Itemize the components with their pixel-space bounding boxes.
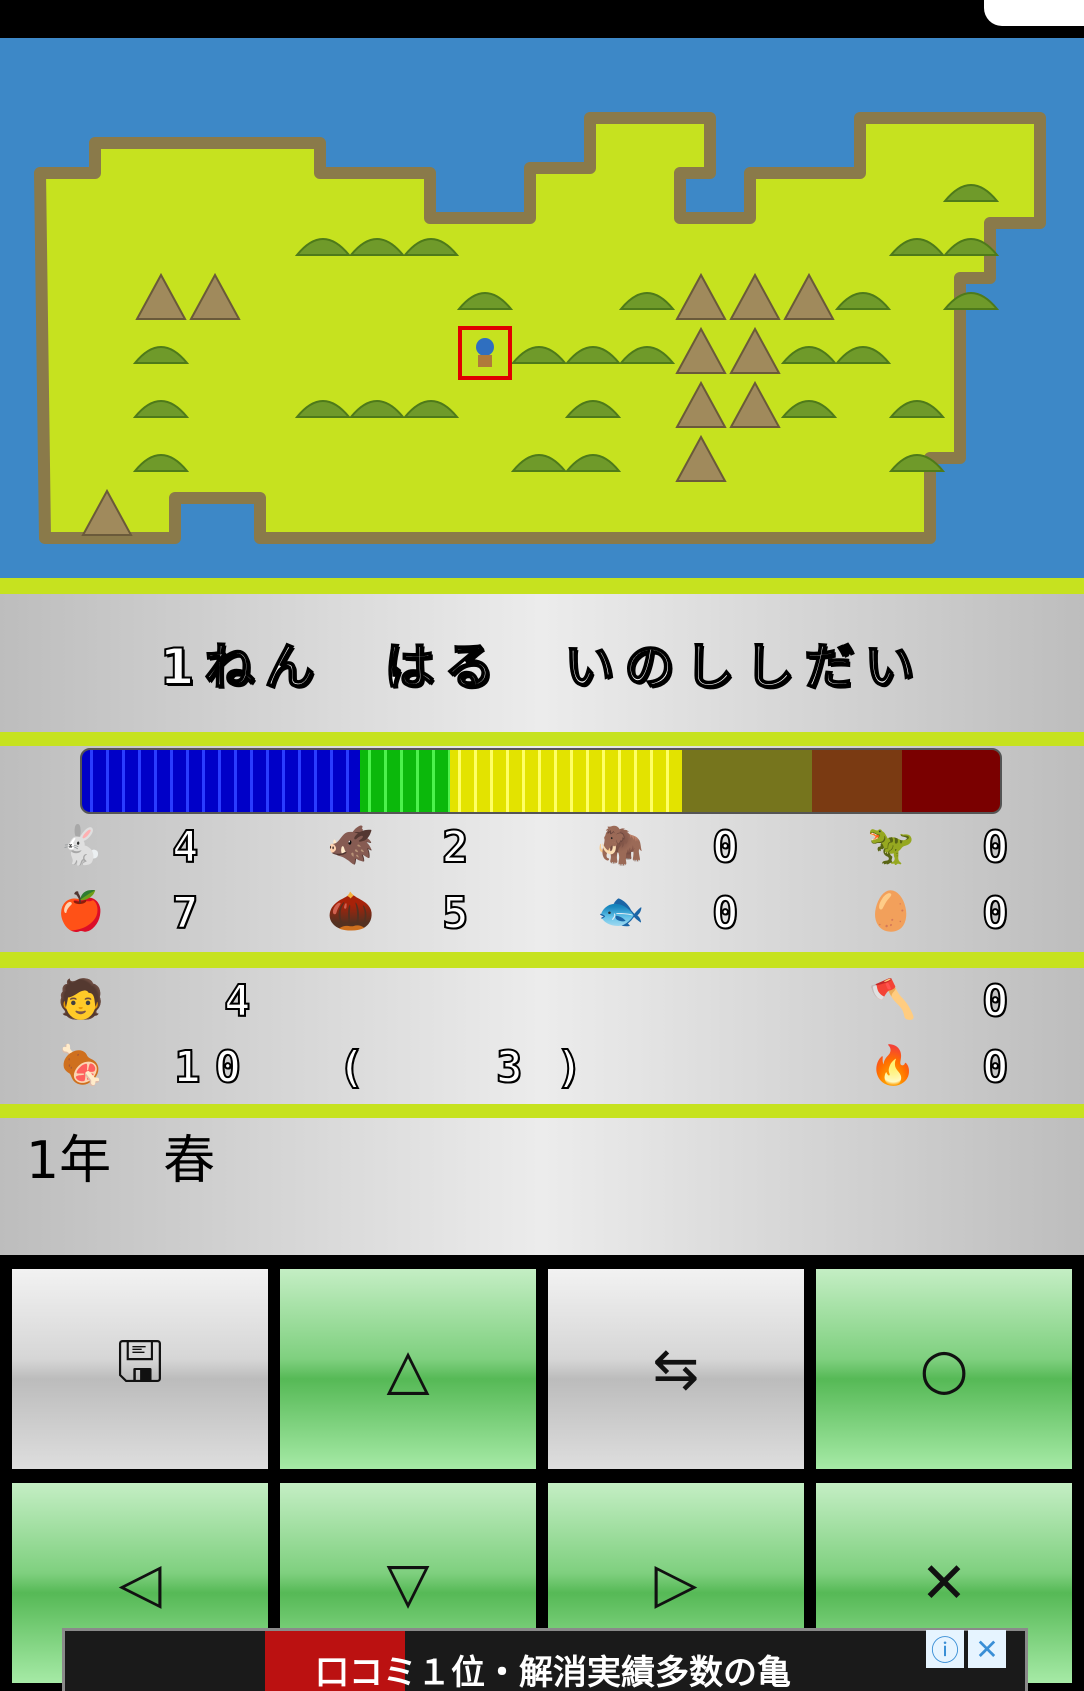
axe-count: 0 — [981, 975, 1009, 1028]
stat-value: 0 — [711, 821, 739, 874]
walnut-icon: 🌰 — [327, 889, 375, 933]
progress-yellow-segment — [450, 750, 682, 812]
fire-icon: 🔥 — [869, 1043, 917, 1087]
axe-icon: 🪓 — [869, 977, 917, 1021]
progress-brown-segment — [812, 750, 902, 812]
stat-value: 5 — [441, 887, 469, 940]
control-pad: 🖫 △ ⇆ ○ ◁ ▽ ▷ ✕ — [0, 1255, 1084, 1688]
divider — [0, 952, 1084, 968]
swap-arrows-icon: ⇆ — [652, 1336, 700, 1402]
boar-icon: 🐗 — [327, 823, 375, 867]
food-paren-close: ) — [555, 1041, 583, 1094]
triangle-button[interactable]: △ — [280, 1269, 536, 1469]
stat-value: 2 — [441, 821, 469, 874]
divider — [0, 732, 1084, 746]
food-paren-open: ( — [337, 1041, 365, 1094]
food-pile-icon: 🍖 — [57, 1043, 105, 1087]
player-body — [478, 355, 492, 367]
stat-value: 0 — [981, 821, 1009, 874]
island — [34, 112, 1046, 544]
progress-olive-segment — [682, 750, 812, 812]
right-arrow-icon: ▷ — [654, 1550, 698, 1616]
left-arrow-icon: ◁ — [118, 1550, 162, 1616]
world-map[interactable] — [0, 38, 1084, 578]
cloud-decoration — [984, 0, 1084, 26]
apple-icon: 🍎 — [57, 889, 105, 933]
ad-text: 口コミ１位・解消実績多数の亀 — [315, 1653, 791, 1691]
circle-icon: ○ — [919, 1336, 969, 1402]
food-total: 10 — [173, 1041, 255, 1094]
player-head — [476, 338, 494, 356]
season-progress-bar — [80, 748, 1002, 814]
fish-icon: 🐟 — [597, 889, 645, 933]
stat-value: 0 — [711, 887, 739, 940]
map-canvas[interactable] — [0, 38, 1084, 578]
top-bar — [0, 0, 1084, 38]
dinosaur-icon: 🦖 — [867, 823, 915, 867]
floppy-disk-icon: 🖫 — [116, 1329, 164, 1395]
caveman-icon: 🧑 — [57, 977, 105, 1021]
fire-count: 0 — [981, 1041, 1009, 1094]
people-count: 4 — [223, 975, 251, 1028]
divider — [0, 1104, 1084, 1118]
ad-controls: ⓘ ✕ — [926, 1630, 1006, 1668]
stat-value: 4 — [171, 821, 199, 874]
message-text: 1ねん はる いのししだい — [159, 637, 925, 697]
divider — [0, 578, 1084, 594]
stat-value: 0 — [981, 887, 1009, 940]
progress-red-segment — [902, 750, 1000, 812]
swap-button[interactable]: ⇆ — [548, 1269, 804, 1469]
circle-button[interactable]: ○ — [816, 1269, 1072, 1469]
party-panel: 🧑 4 🍖 10 ( 3 ) 🪓 0 🔥 0 — [0, 968, 1084, 1104]
progress-blue-segment — [82, 750, 360, 812]
triangle-icon: △ — [386, 1336, 430, 1402]
save-button[interactable]: 🖫 — [12, 1269, 268, 1469]
ad-banner[interactable]: 口コミ１位・解消実績多数の亀 — [62, 1628, 1028, 1691]
mammoth-icon: 🦣 — [597, 823, 645, 867]
rabbit-icon: 🐇 — [57, 823, 105, 867]
stat-value: 7 — [171, 887, 199, 940]
egg-icon: 🥚 — [867, 889, 915, 933]
ad-close-icon[interactable]: ✕ — [968, 1630, 1006, 1668]
down-arrow-icon: ▽ — [386, 1550, 430, 1616]
progress-green-segment — [360, 750, 450, 812]
message-panel: 1ねん はる いのししだい — [0, 594, 1084, 732]
ad-info-icon[interactable]: ⓘ — [926, 1630, 964, 1668]
food-reserve: 3 — [495, 1041, 523, 1094]
date-season-text: 1年 春 — [26, 1131, 216, 1191]
cross-icon: ✕ — [920, 1550, 968, 1616]
